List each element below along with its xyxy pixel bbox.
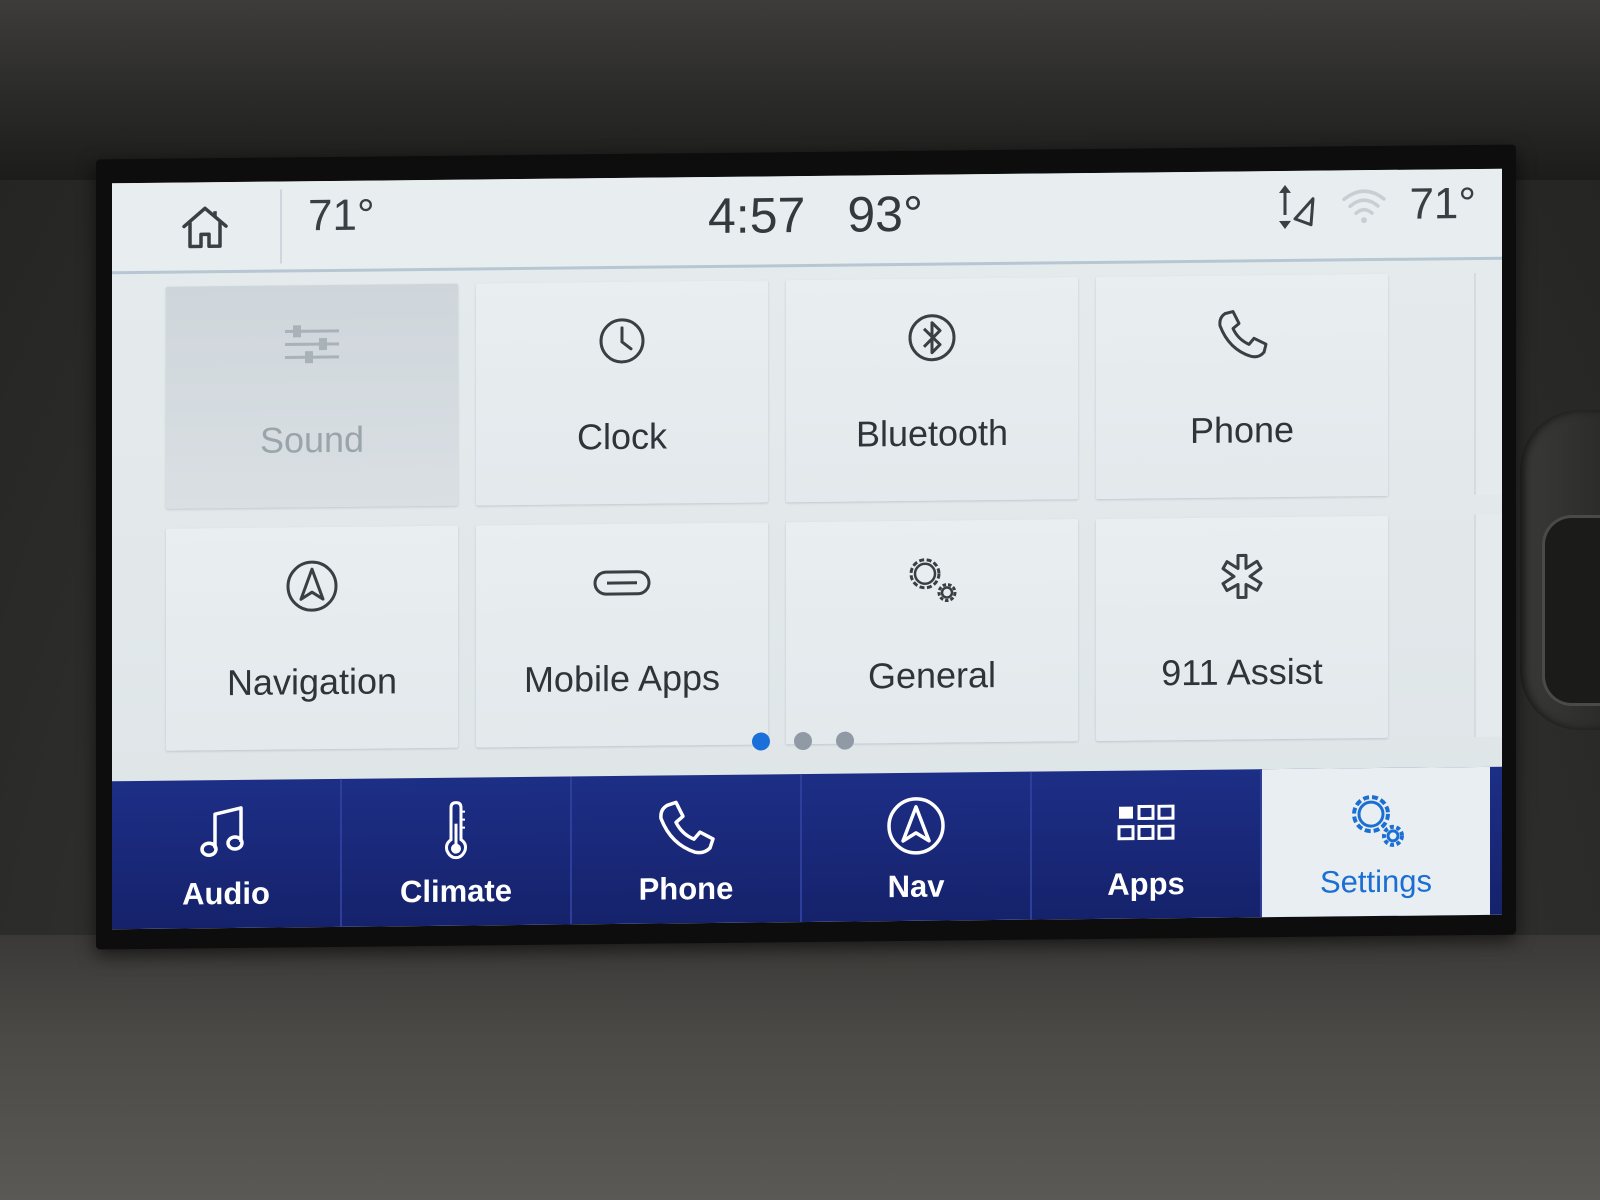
status-right: 71° xyxy=(1271,179,1476,231)
next-page-tile-peek xyxy=(1474,514,1502,738)
tile-phone[interactable]: Phone xyxy=(1096,273,1388,499)
right-temperature: 71° xyxy=(1409,178,1476,229)
tile-bluetooth[interactable]: Bluetooth xyxy=(786,277,1078,503)
status-bar: 71° 4:57 93° 71° xyxy=(112,168,1502,275)
emergency-asterisk-icon xyxy=(1221,553,1263,599)
outside-temperature: 71° xyxy=(308,190,375,241)
touchscreen: 71° 4:57 93° 71° Sound Clock Bluetooth P… xyxy=(112,168,1502,930)
phone-icon xyxy=(659,800,715,855)
lower-dashboard xyxy=(0,935,1600,1200)
set-temperature: 93° xyxy=(847,185,923,243)
nav-label: Climate xyxy=(400,873,512,910)
tile-navigation[interactable]: Navigation xyxy=(166,525,458,751)
bottom-nav-bar: Audio Climate Phone Nav Apps Settings xyxy=(112,766,1502,930)
sliders-icon xyxy=(285,325,339,364)
tile-label: Navigation xyxy=(226,660,398,704)
music-note-icon xyxy=(200,806,244,858)
clock-icon xyxy=(599,318,645,364)
nav-audio[interactable]: Audio xyxy=(112,778,342,930)
nav-label: Settings xyxy=(1319,863,1432,900)
home-button[interactable] xyxy=(130,189,282,266)
tile-911-assist[interactable]: 911 Assist xyxy=(1096,515,1388,741)
tile-general[interactable]: General xyxy=(786,519,1078,745)
nav-label: Phone xyxy=(638,870,734,907)
nav-climate[interactable]: Climate xyxy=(342,776,572,927)
tile-label: Sound xyxy=(259,418,365,461)
settings-tile-grid: Sound Clock Bluetooth Phone Navigation M… xyxy=(166,273,1456,757)
gears-icon xyxy=(1352,795,1404,847)
nav-label: Audio xyxy=(182,875,270,912)
tile-clock[interactable]: Clock xyxy=(476,280,768,506)
navigation-icon xyxy=(887,797,945,855)
nav-label: Apps xyxy=(1107,866,1185,902)
navigation-icon xyxy=(286,560,338,612)
nav-nav[interactable]: Nav xyxy=(802,771,1032,923)
nav-phone[interactable]: Phone xyxy=(572,774,802,925)
gears-icon xyxy=(909,558,957,603)
next-page-tile-peek xyxy=(1474,272,1502,496)
tile-label: Clock xyxy=(576,415,668,458)
thermometer-icon xyxy=(445,801,467,860)
apps-grid-icon xyxy=(1117,804,1175,841)
page-dot[interactable] xyxy=(794,731,812,751)
page-dot[interactable] xyxy=(836,731,854,750)
tile-mobile-apps[interactable]: Mobile Apps xyxy=(476,522,768,748)
bezel-right-knob xyxy=(1542,515,1600,706)
tile-label: 911 Assist xyxy=(1161,650,1323,694)
gps-direction-icon xyxy=(1279,184,1315,229)
bluetooth-icon xyxy=(908,314,956,362)
tile-label: Bluetooth xyxy=(855,411,1009,455)
phone-icon xyxy=(1218,310,1268,359)
page-indicator xyxy=(752,731,854,751)
tile-label: General xyxy=(867,654,997,697)
clock-time: 4:57 xyxy=(708,187,806,245)
nav-settings[interactable]: Settings xyxy=(1262,766,1490,918)
status-center: 4:57 93° xyxy=(708,185,923,245)
page-dot[interactable] xyxy=(752,732,770,751)
tile-label: Phone xyxy=(1189,408,1295,451)
home-icon xyxy=(182,206,228,249)
nav-apps[interactable]: Apps xyxy=(1032,769,1262,920)
link-icon xyxy=(593,570,651,596)
tile-label: Mobile Apps xyxy=(523,656,721,700)
tile-sound[interactable]: Sound xyxy=(166,283,458,509)
wifi-icon xyxy=(1342,189,1387,224)
nav-label: Nav xyxy=(887,868,945,905)
